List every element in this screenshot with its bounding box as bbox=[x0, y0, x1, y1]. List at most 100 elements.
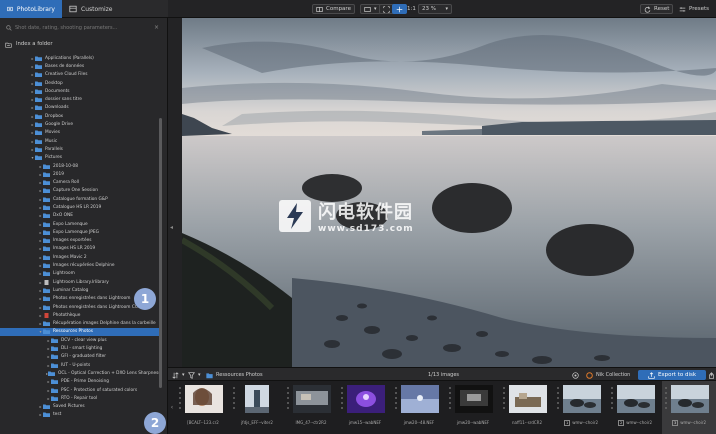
tree-item[interactable]: ▸ DCV - clear view plus bbox=[0, 336, 160, 344]
tree-item-label: Images récupérées Delphine bbox=[53, 263, 115, 269]
tree-item[interactable]: ▸ DxO ONE bbox=[0, 212, 160, 220]
tree-item[interactable]: ▸ test bbox=[0, 411, 160, 419]
folder-tree: ▸ Applications (Parallels) ▸ Bases de donné… bbox=[0, 54, 160, 419]
index-folder-button[interactable]: Index a folder bbox=[3, 39, 163, 49]
tab-customize[interactable]: Customize bbox=[62, 0, 120, 18]
watermark-url: www.sd173.com bbox=[318, 224, 414, 234]
tree-item-label: DCV - clear view plus bbox=[61, 337, 107, 343]
thumbnail[interactable]: IMG_47--ctr2R2 bbox=[284, 381, 338, 434]
tree-item[interactable]: ▾ Pictures bbox=[0, 154, 160, 162]
display-mode-button[interactable]: ▾ bbox=[360, 4, 381, 14]
tree-item[interactable]: ▸ Bases de données bbox=[0, 62, 160, 70]
tree-item[interactable]: ▸ dossier sans titre bbox=[0, 95, 160, 103]
thumbnail[interactable]: jmw20--48.NEF bbox=[392, 381, 446, 434]
tree-item[interactable]: ▸ Expo Lamenque JPEG bbox=[0, 228, 160, 236]
thumbnail-caption: naff11--srdCR2 bbox=[500, 420, 554, 425]
thumbnail[interactable]: 1 wmw--choir2 bbox=[554, 381, 608, 434]
tree-item[interactable]: ▸ PSC - Protection of saturated colors bbox=[0, 386, 160, 394]
folder-icon bbox=[43, 271, 50, 277]
folder-icon bbox=[35, 105, 42, 111]
site-watermark: 闪电软件园 www.sd173.com bbox=[278, 198, 414, 234]
nik-collection-button[interactable]: Nik Collection bbox=[586, 370, 630, 380]
tree-item[interactable]: ▸ Documents bbox=[0, 87, 160, 95]
reset-button[interactable]: Reset bbox=[640, 4, 674, 14]
tree-item[interactable]: ▸ GFI - graduated filter bbox=[0, 353, 160, 361]
thumbnail[interactable]: [BCALT--123.cr2 bbox=[176, 381, 230, 434]
presets-button[interactable]: Presets bbox=[676, 4, 712, 14]
tree-item[interactable]: ▸ Lightroom bbox=[0, 270, 160, 278]
thumbnail[interactable]: jmw20--wabNEF bbox=[446, 381, 500, 434]
export-to-disk-button[interactable]: Export to disk bbox=[638, 370, 706, 380]
filmstrip-scroll-left-icon[interactable]: ‹ bbox=[168, 381, 176, 434]
compare-icon bbox=[316, 6, 323, 12]
photolab-window: PhotoLibrary Customize Compare ▾ 1:1 23 … bbox=[0, 0, 716, 434]
tab-photolibrary[interactable]: PhotoLibrary bbox=[0, 0, 62, 18]
tree-item[interactable]: ▸ Desktop bbox=[0, 79, 160, 87]
thumbnail-image bbox=[455, 385, 493, 413]
tree-item[interactable]: ▸ Photothèque bbox=[0, 311, 160, 319]
close-icon[interactable]: × bbox=[154, 25, 160, 31]
tree-item[interactable]: ▸ Catalogue formation G&P bbox=[0, 195, 160, 203]
tree-item[interactable]: ▸ Camera Roll bbox=[0, 178, 160, 186]
tree-item[interactable]: ▸ Images Mavic 2 bbox=[0, 253, 160, 261]
tree-item[interactable]: ▸ Applications (Parallels) bbox=[0, 54, 160, 62]
sort-button[interactable]: ▾ bbox=[172, 370, 185, 380]
tree-item[interactable]: ▸ Images exportées bbox=[0, 237, 160, 245]
thumbnail-selected[interactable]: 3 wmw--choir2 bbox=[662, 381, 716, 434]
folder-icon bbox=[43, 246, 50, 252]
tree-item[interactable]: ▸ Catalogue HS LR 2019 bbox=[0, 203, 160, 211]
tree-item[interactable]: ▸ 2018-10-08 bbox=[0, 162, 160, 170]
thumbnail[interactable]: naff11--srdCR2 bbox=[500, 381, 554, 434]
tree-item[interactable]: ▸ Capture One Session bbox=[0, 187, 160, 195]
tree-item[interactable]: ▸ 2019 bbox=[0, 170, 160, 178]
collapse-sidebar-icon[interactable]: ◂ bbox=[170, 224, 173, 231]
tree-item[interactable]: ▸ Dropbox bbox=[0, 112, 160, 120]
reset-icon bbox=[644, 5, 651, 13]
tree-item-label: Catalogue HS LR 2019 bbox=[53, 204, 102, 210]
tree-item[interactable]: ▸ RTO - Repair tool bbox=[0, 394, 160, 402]
favorite-toggle[interactable] bbox=[572, 370, 579, 380]
tree-item[interactable]: ▸ PDE - Prime Denoising bbox=[0, 378, 160, 386]
thumbnail-filename: jmw15--wabNEF bbox=[348, 420, 382, 425]
nik-collection-icon bbox=[586, 371, 593, 379]
tree-item[interactable]: ▾ Ressources Photos bbox=[0, 327, 160, 337]
thumbnail-image bbox=[671, 385, 709, 413]
tree-item[interactable]: ▸ Music bbox=[0, 137, 160, 145]
tree-item[interactable]: ▸ Saved Pictures bbox=[0, 402, 160, 410]
folder-icon bbox=[35, 147, 42, 152]
tree-item[interactable]: ▸ Images récupérées Delphine bbox=[0, 261, 160, 269]
tree-item-label: Images exportées bbox=[53, 238, 92, 244]
filter-button[interactable]: ▾ bbox=[188, 370, 201, 380]
folder-icon bbox=[43, 180, 50, 186]
thumbnail[interactable]: 2 wmw--choir2 bbox=[608, 381, 662, 434]
search-input[interactable]: Shot date, rating, shooting parameters..… bbox=[3, 23, 163, 33]
share-button[interactable] bbox=[708, 370, 715, 380]
tree-item[interactable]: ▸ Images HS LR 2019 bbox=[0, 245, 160, 253]
folder-icon bbox=[43, 412, 50, 418]
rating-dots bbox=[557, 387, 559, 415]
zoom-select[interactable]: 23 % ▾ bbox=[418, 4, 452, 14]
tree-item[interactable]: ▸ Expo Lamenque bbox=[0, 220, 160, 228]
thumbnail[interactable]: jmw15--wabNEF bbox=[338, 381, 392, 434]
tree-item[interactable]: ▸ Movies bbox=[0, 129, 160, 137]
tree-item[interactable]: ▸ IUT - U-points bbox=[0, 361, 160, 369]
tree-item[interactable]: ▸ Lightroom Library.lrlibrary bbox=[0, 278, 160, 286]
sidebar-scrollbar[interactable] bbox=[159, 118, 162, 388]
tree-item[interactable]: ▸ Récupération images Delphine dans la co… bbox=[0, 320, 160, 328]
thumbnail-caption: [BCALT--123.cr2 bbox=[176, 420, 230, 425]
thumbnail-index: 2 bbox=[617, 420, 625, 426]
thumbnail[interactable]: jfdjs_EFF--viter2 bbox=[230, 381, 284, 434]
compare-button[interactable]: Compare bbox=[312, 4, 355, 14]
thumbnail-filename: wmw--choir2 bbox=[572, 420, 599, 425]
image-viewer: ◂ 闪电软件园 www.sd173.com bbox=[168, 18, 716, 367]
tree-item[interactable]: ▸ OCL - Optical Correction + DXO Lens Sha… bbox=[0, 369, 160, 377]
thumbnail-caption: jmw20--48.NEF bbox=[392, 420, 446, 425]
tree-item[interactable]: ▸ Creative Cloud Files bbox=[0, 71, 160, 79]
tab-photolibrary-label: PhotoLibrary bbox=[16, 5, 55, 13]
tree-item-label: Expo Lamenque bbox=[53, 221, 88, 227]
tree-item[interactable]: ▸ DLI - smart lighting bbox=[0, 344, 160, 352]
tree-item[interactable]: ▸ Downloads bbox=[0, 104, 160, 112]
tree-item[interactable]: ▸ Google Drive bbox=[0, 120, 160, 128]
tree-item[interactable]: ▸ Parallels bbox=[0, 145, 160, 153]
tree-item-label: Documents bbox=[45, 88, 70, 94]
